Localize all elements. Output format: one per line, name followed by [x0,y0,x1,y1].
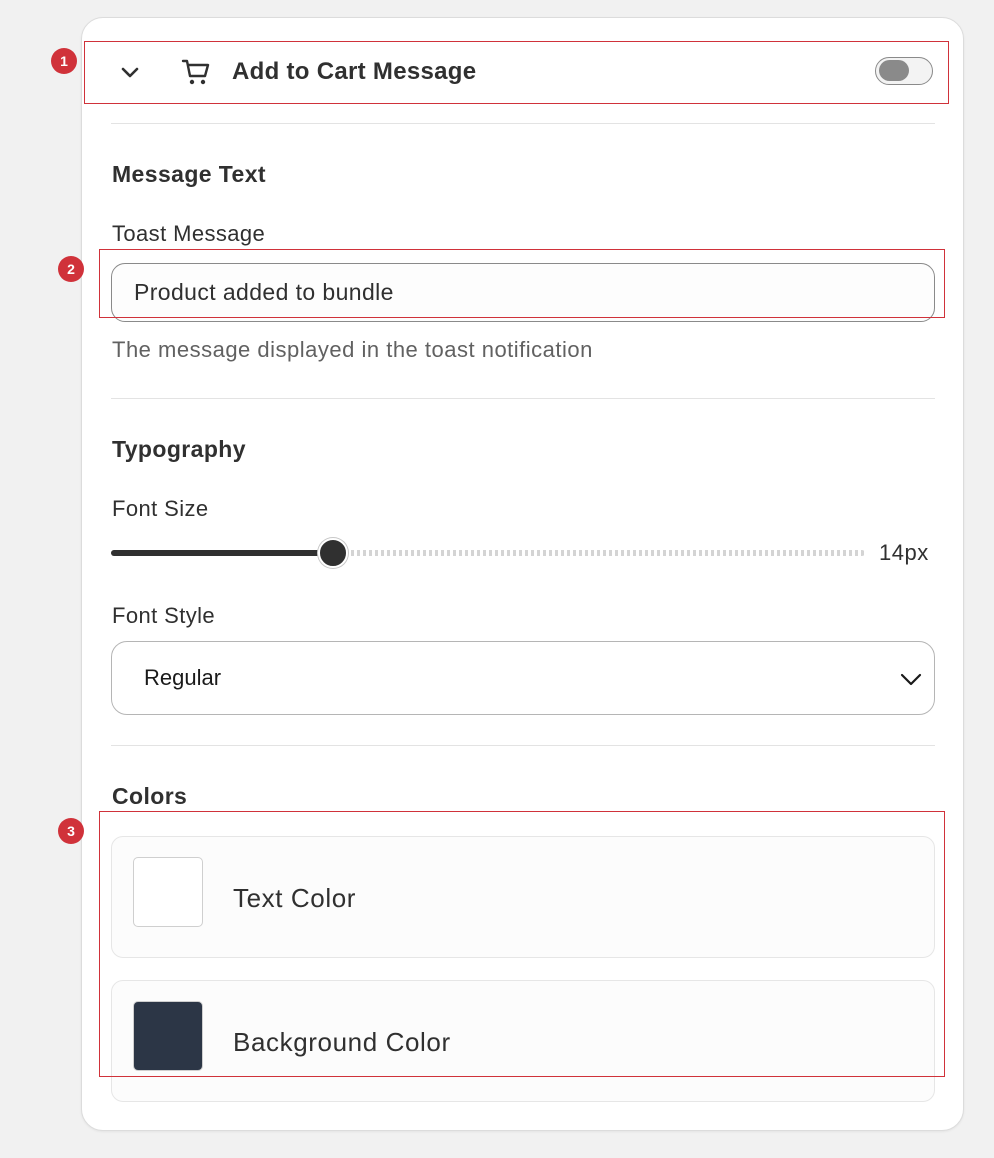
toast-message-input[interactable] [111,263,935,322]
background-color-label: Background Color [233,1027,451,1057]
slider-fill [111,550,333,556]
message-text-heading: Message Text [112,161,266,187]
divider [111,398,935,399]
annotation-badge-2: 2 [58,256,84,282]
section-header[interactable]: Add to Cart Message [111,42,937,102]
font-size-slider[interactable] [111,538,865,568]
toast-message-label: Toast Message [112,221,266,246]
background-color-row[interactable]: Background Color [111,980,935,1102]
font-style-value: Regular [144,665,222,690]
divider [111,745,935,746]
text-color-label: Text Color [233,883,357,913]
text-color-row[interactable]: Text Color [111,836,935,958]
settings-stage: Add to Cart Message Message Text Toast M… [0,0,994,1158]
background-color-swatch[interactable] [133,1001,203,1071]
font-size-value: 14px [879,540,929,565]
chevron-down-icon[interactable] [118,60,142,84]
typography-heading: Typography [112,436,246,462]
chevron-down-icon [900,673,922,686]
annotation-badge-3: 3 [58,818,84,844]
divider [111,123,935,124]
cart-icon [181,59,210,85]
annotation-badge-1: 1 [51,48,77,74]
font-style-select[interactable]: Regular [111,641,935,715]
font-size-label: Font Size [112,496,209,521]
toggle-knob [879,60,909,81]
font-style-label: Font Style [112,603,216,628]
section-title: Add to Cart Message [232,58,477,85]
colors-heading: Colors [112,783,188,809]
text-color-swatch[interactable] [133,857,203,927]
toast-message-help: The message displayed in the toast notif… [112,337,593,362]
enable-toggle[interactable] [875,57,933,85]
slider-thumb[interactable] [318,538,348,568]
